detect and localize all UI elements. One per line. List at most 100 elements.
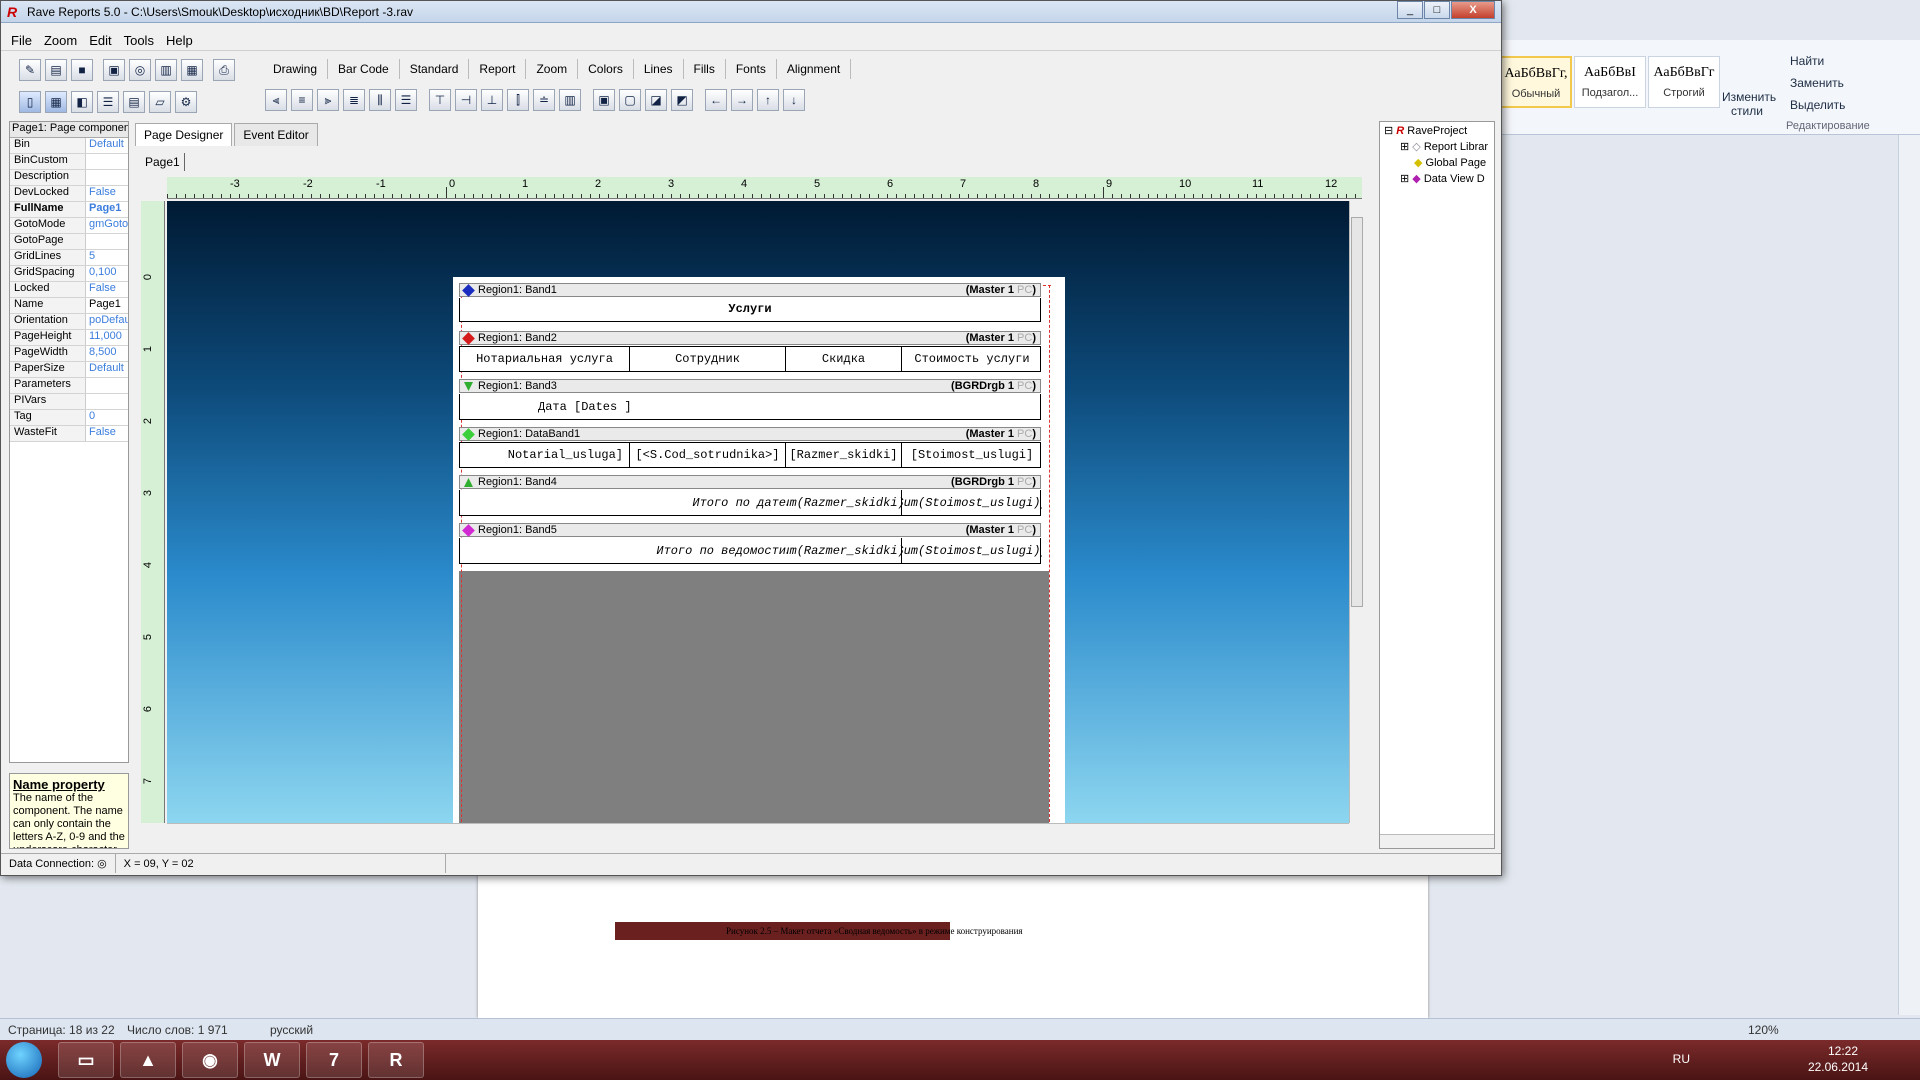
tab-fonts[interactable]: Fonts [726, 59, 777, 79]
property-value[interactable] [86, 170, 128, 185]
property-value[interactable]: Default [86, 362, 128, 377]
property-row[interactable]: BinCustom [10, 154, 128, 170]
align-justify-icon[interactable]: ≣ [343, 89, 365, 111]
band-header[interactable]: Region1: DataBand1 (Master 1 PC) [459, 427, 1041, 441]
tab-barcode[interactable]: Bar Code [328, 59, 400, 79]
property-value[interactable]: 11,000 [86, 330, 128, 345]
header-cell[interactable]: Нотариальная услуга [460, 347, 630, 371]
move-down-icon[interactable]: ↓ [783, 89, 805, 111]
tree-item-global-page[interactable]: ◆ Global Page [1414, 156, 1486, 169]
tab-report[interactable]: Report [469, 59, 527, 79]
band3-body[interactable]: Дата [Dates ] [459, 394, 1041, 420]
app-taskbar-icon[interactable]: ▲ [120, 1042, 176, 1078]
word-taskbar-icon[interactable]: W [244, 1042, 300, 1078]
new-dataview-icon[interactable]: ▥ [155, 59, 177, 81]
page-icon[interactable]: ▯ [19, 91, 41, 113]
header-cell[interactable]: Сотрудник [630, 347, 786, 371]
tab-page-designer[interactable]: Page Designer [135, 123, 233, 146]
equal-width-icon[interactable]: ☰ [395, 89, 417, 111]
tree-item-report-library[interactable]: ⊞ ◇ Report Librar [1400, 140, 1488, 153]
data-cell[interactable]: Notarial_usluga] [460, 443, 630, 467]
property-value[interactable] [86, 234, 128, 249]
copy-page-icon[interactable]: ▱ [149, 91, 171, 113]
band2-body[interactable]: Нотариальная услуга Сотрудник Скидка Сто… [459, 346, 1041, 372]
property-value[interactable]: poDefau [86, 314, 128, 329]
property-value[interactable] [86, 154, 128, 169]
tab-lines[interactable]: Lines [634, 59, 684, 79]
property-row[interactable]: Description [10, 170, 128, 186]
save-icon[interactable]: ■ [71, 59, 93, 81]
date-label[interactable]: Дата [538, 400, 567, 414]
language-indicator[interactable]: RU [1673, 1052, 1690, 1066]
start-button[interactable] [6, 1042, 42, 1078]
property-row[interactable]: Parameters [10, 378, 128, 394]
property-value[interactable]: False [86, 186, 128, 201]
band1-body[interactable]: Услуги [459, 298, 1041, 322]
chrome-taskbar-icon[interactable]: ◉ [182, 1042, 238, 1078]
menu-edit[interactable]: Edit [89, 33, 111, 48]
align-middle-icon[interactable]: ⊣ [455, 89, 477, 111]
data-cell[interactable]: [<S.Cod_sotrudnika>] [630, 443, 786, 467]
tab-drawing[interactable]: Drawing [263, 59, 329, 79]
new-report-icon[interactable]: ✎ [19, 59, 41, 81]
word-vertical-scrollbar[interactable] [1898, 135, 1920, 1015]
select-button[interactable]: Выделить [1790, 98, 1845, 112]
band-icon[interactable]: ☰ [97, 91, 119, 113]
open-icon[interactable]: ▤ [45, 59, 67, 81]
execute-report-icon[interactable]: ⎙ [213, 59, 235, 81]
report-page[interactable]: Region1: Band1 (Master 1 PC) Услуги Regi… [453, 277, 1065, 823]
clock-date[interactable]: 22.06.2014 [1808, 1060, 1868, 1074]
databand-body[interactable]: Notarial_usluga] [<S.Cod_sotrudnika>] [R… [459, 442, 1041, 468]
snap-icon[interactable]: ◧ [71, 91, 93, 113]
property-row[interactable]: FullName Page1 [10, 202, 128, 218]
property-row[interactable]: Orientation poDefau [10, 314, 128, 330]
replace-button[interactable]: Заменить [1790, 76, 1844, 90]
property-value[interactable] [86, 378, 128, 393]
maximize-button[interactable]: □ [1424, 1, 1450, 19]
align-center-h-icon[interactable]: ≡ [291, 89, 313, 111]
property-row[interactable]: GotoPage [10, 234, 128, 250]
space-h-icon[interactable]: ⫼ [369, 89, 391, 111]
move-up-icon[interactable]: ↑ [757, 89, 779, 111]
menu-tools[interactable]: Tools [124, 33, 154, 48]
minimize-button[interactable]: _ [1397, 1, 1423, 19]
property-row[interactable]: GridSpacing 0,100 [10, 266, 128, 282]
zoom-level[interactable]: 120% [1748, 1023, 1779, 1037]
property-row[interactable]: Name Page1 [10, 298, 128, 314]
tab-fills[interactable]: Fills [684, 59, 726, 79]
property-row[interactable]: Locked False [10, 282, 128, 298]
style-subtitle[interactable]: АаБбВвI Подзагол... [1574, 56, 1646, 108]
tab-colors[interactable]: Colors [578, 59, 634, 79]
menu-help[interactable]: Help [166, 33, 193, 48]
new-report-page-icon[interactable]: ▦ [181, 59, 203, 81]
scroll-thumb[interactable] [1351, 217, 1363, 607]
explorer-taskbar-icon[interactable]: ▭ [58, 1042, 114, 1078]
page-info[interactable]: Страница: 18 из 22 [8, 1023, 115, 1037]
bring-front-icon[interactable]: ▣ [593, 89, 615, 111]
property-row[interactable]: WasteFit False [10, 426, 128, 442]
property-value[interactable]: 5 [86, 250, 128, 265]
property-value[interactable]: Default [86, 138, 128, 153]
property-value[interactable]: 0 [86, 410, 128, 425]
subtotal-label[interactable]: Итого по дате [460, 490, 786, 515]
property-row[interactable]: GridLines 5 [10, 250, 128, 266]
property-value[interactable]: gmGoto [86, 218, 128, 233]
data-cell[interactable]: [Razmer_skidki] [786, 443, 902, 467]
subtotal-cost[interactable]: Sum(Stoimost_uslugi)] [902, 490, 1042, 515]
page-tab[interactable]: Page1 [141, 153, 185, 171]
backward-icon[interactable]: ◩ [671, 89, 693, 111]
tab-zoom[interactable]: Zoom [526, 59, 579, 79]
move-right-icon[interactable]: → [731, 89, 753, 111]
forward-icon[interactable]: ◪ [645, 89, 667, 111]
menu-zoom[interactable]: Zoom [44, 33, 77, 48]
designer-horizontal-scrollbar[interactable] [167, 823, 1349, 837]
property-value[interactable]: 0,100 [86, 266, 128, 281]
language[interactable]: русский [270, 1023, 313, 1037]
property-value[interactable]: 8,500 [86, 346, 128, 361]
total-cost[interactable]: Sum(Stoimost_uslugi)] [902, 538, 1042, 563]
designer-vertical-scrollbar[interactable] [1349, 201, 1363, 823]
property-value[interactable]: False [86, 426, 128, 441]
center-v-icon[interactable]: ≐ [533, 89, 555, 111]
delphi-taskbar-icon[interactable]: 7 [306, 1042, 362, 1078]
property-row[interactable]: Bin Default [10, 138, 128, 154]
